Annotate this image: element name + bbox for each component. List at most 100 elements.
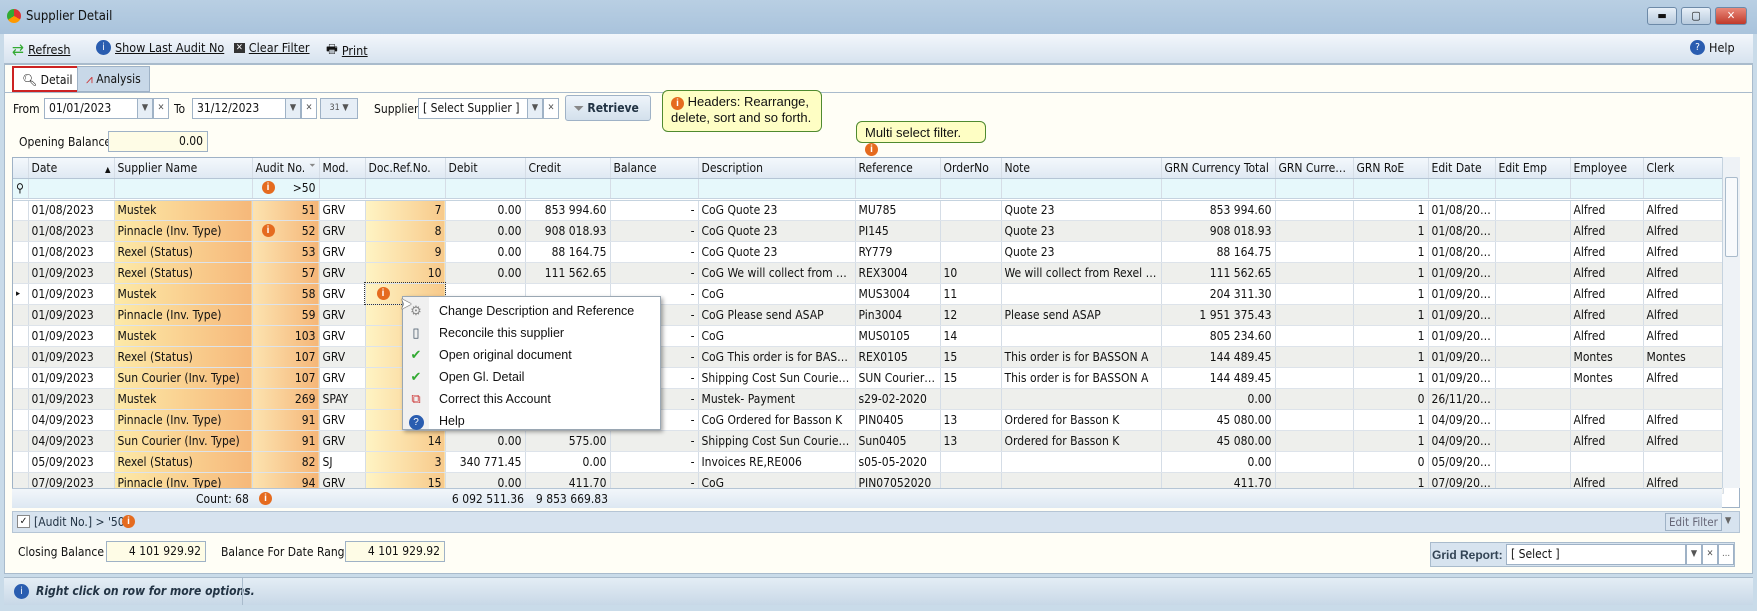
column-header[interactable]: Audit No. ⏷ (252, 158, 320, 179)
table-row[interactable]: 01/09/2023 Mustek 103 GRV - CoG MUS0105 14 805 2… (13, 325, 1724, 347)
grid-report-select[interactable]: [ Select ] (1506, 544, 1686, 565)
table-row[interactable]: 01/08/2023 Rexel (Status) 53 GRV 9 0.00 88 164… (13, 241, 1724, 263)
filter-cell[interactable]: i >50 (252, 178, 320, 201)
maximize-button[interactable]: ▢ (1681, 7, 1711, 25)
row-indicator[interactable] (13, 430, 29, 452)
filter-cell[interactable] (855, 178, 941, 201)
table-row[interactable]: 01/09/2023 Rexel (Status) 57 GRV 10 0.00 111 5… (13, 262, 1724, 284)
filter-cell[interactable] (525, 178, 611, 201)
column-header[interactable]: Supplier Name (114, 158, 253, 179)
row-indicator[interactable] (13, 241, 29, 263)
grid-report-clear[interactable]: ✕ (1702, 544, 1718, 565)
close-button[interactable]: ✕ (1715, 7, 1747, 25)
row-indicator[interactable] (13, 220, 29, 242)
filter-cell[interactable] (698, 178, 856, 201)
print-button[interactable]: 🖶 Print (326, 40, 368, 61)
vertical-scrollbar[interactable] (1722, 157, 1740, 488)
column-header[interactable]: Doc.Ref.No. (365, 158, 446, 179)
filter-cell[interactable] (1001, 178, 1162, 201)
table-row[interactable]: 01/08/2023 Pinnacle (Inv. Type) i 52 GRV 8 0.0… (13, 220, 1724, 242)
grid-report-more[interactable]: … (1718, 544, 1734, 565)
filter-dropdown-icon[interactable]: ▼ (1725, 516, 1731, 526)
column-header[interactable]: Reference (855, 158, 941, 179)
column-header[interactable]: Edit Date (1428, 158, 1496, 179)
minimize-button[interactable]: ▬ (1647, 7, 1677, 25)
filter-pin-icon[interactable]: ⚲ (13, 178, 29, 201)
supplier-clear[interactable]: ✕ (543, 98, 559, 119)
column-header[interactable]: Mod. (319, 158, 366, 179)
context-menu-item[interactable]: ⧉ Correct this Account (403, 388, 660, 410)
row-indicator[interactable] (13, 199, 29, 221)
row-indicator[interactable] (13, 262, 29, 284)
row-indicator[interactable] (13, 409, 29, 431)
table-row[interactable]: ▸ 01/09/2023 Mustek 58 GRV i - CoG MUS3004 11 204 … (13, 282, 1724, 305)
retrieve-button[interactable]: ⏷ Retrieve (565, 95, 651, 121)
column-header[interactable]: Debit (445, 158, 526, 179)
column-header[interactable]: Description (698, 158, 856, 179)
filter-enabled-checkbox[interactable]: ✓ (17, 515, 30, 528)
filter-cell[interactable] (1161, 178, 1276, 201)
edit-filter-button[interactable]: Edit Filter (1665, 513, 1722, 531)
column-header[interactable]: Edit Emp (1495, 158, 1571, 179)
table-row[interactable]: 04/09/2023 Sun Courier (Inv. Type) 91 GRV 14… (13, 430, 1724, 452)
filter-cell[interactable] (1643, 178, 1724, 201)
filter-cell[interactable] (365, 178, 446, 201)
supplier-grid[interactable]: Date ▲ Supplier Name Audit No. ⏷ Mod. Doc.Ref.… (12, 157, 1740, 508)
to-date-clear[interactable]: ✕ (301, 98, 317, 119)
context-menu-item[interactable]: ▯ Reconcile this supplier (403, 322, 660, 344)
context-menu-item[interactable]: ? Help (403, 410, 660, 432)
filter-cell[interactable] (610, 178, 699, 201)
filter-cell[interactable] (1275, 178, 1354, 201)
to-date-input[interactable]: 31/12/2023 (192, 98, 286, 119)
active-filter-text[interactable]: [Audit No.] > '50' (34, 515, 128, 529)
column-header[interactable]: Note (1001, 158, 1162, 179)
table-row[interactable]: 01/09/2023 Sun Courier (Inv. Type) 107 GRV -… (13, 367, 1724, 389)
context-menu-item[interactable]: ✔ Open Gl. Detail (403, 366, 660, 388)
table-row[interactable]: 01/09/2023 Rexel (Status) 107 GRV - CoG This … (13, 346, 1724, 368)
calendar-button[interactable]: 31 ▼ (320, 98, 358, 119)
to-date-dropdown[interactable]: ▼ (285, 98, 301, 119)
filter-cell[interactable] (940, 178, 1002, 201)
column-header[interactable]: Employee (1570, 158, 1644, 179)
table-row[interactable]: 01/08/2023 Mustek 51 GRV 7 0.00 853 994.60- CoG… (13, 199, 1724, 221)
show-last-audit-button[interactable]: i Show Last Audit No (96, 40, 224, 55)
row-indicator[interactable]: ▸ (13, 283, 29, 305)
row-indicator[interactable] (13, 367, 29, 389)
context-menu-item[interactable]: ✔ Open original document (403, 344, 660, 366)
context-menu-item[interactable]: ⚙ Change Description and Reference (403, 300, 660, 322)
from-date-clear[interactable]: ✕ (153, 98, 169, 119)
help-button[interactable]: ? Help (1690, 40, 1735, 55)
filter-cell[interactable] (114, 178, 253, 201)
filter-cell[interactable] (445, 178, 526, 201)
row-indicator[interactable] (13, 346, 29, 368)
row-indicator[interactable] (13, 388, 29, 410)
column-header[interactable]: GRN Currency (1275, 158, 1354, 179)
clear-filter-button[interactable]: ✕ Clear Filter (234, 40, 310, 55)
tab-analysis[interactable]: ⩘ Analysis (77, 66, 150, 92)
filter-cell[interactable] (319, 178, 366, 201)
column-header[interactable]: Credit (525, 158, 611, 179)
supplier-select[interactable]: [ Select Supplier ] (418, 98, 528, 119)
filter-cell[interactable] (1495, 178, 1571, 201)
column-header[interactable]: Balance (610, 158, 699, 179)
supplier-dropdown[interactable]: ▼ (527, 98, 543, 119)
table-row[interactable]: 01/09/2023 Pinnacle (Inv. Type) 59 GRV - CoG … (13, 304, 1724, 326)
column-header[interactable]: Clerk (1643, 158, 1724, 179)
column-header[interactable]: Date ▲ (28, 158, 115, 179)
row-indicator[interactable] (13, 304, 29, 326)
row-indicator[interactable] (13, 325, 29, 347)
column-header[interactable]: GRN Currency Total (1161, 158, 1276, 179)
table-row[interactable]: 04/09/2023 Pinnacle (Inv. Type) 91 GRV - CoG … (13, 409, 1724, 431)
grid-report-dropdown[interactable]: ▼ (1686, 544, 1702, 565)
from-date-dropdown[interactable]: ▼ (137, 98, 153, 119)
refresh-button[interactable]: ⇄ Refresh (12, 40, 70, 59)
filter-cell[interactable] (1570, 178, 1644, 201)
filter-icon[interactable]: ⏷ (309, 161, 315, 171)
filter-cell[interactable] (1428, 178, 1496, 201)
table-row[interactable]: 05/09/2023 Rexel (Status) 82 SJ 3 340 771.45 0… (13, 451, 1724, 473)
filter-cell[interactable] (1353, 178, 1429, 201)
filter-cell[interactable] (28, 178, 115, 201)
column-header[interactable]: OrderNo (940, 158, 1002, 179)
table-row[interactable]: 01/09/2023 Mustek 269 SPAY - Mustek- Payment s… (13, 388, 1724, 410)
column-header[interactable]: GRN RoE (1353, 158, 1429, 179)
